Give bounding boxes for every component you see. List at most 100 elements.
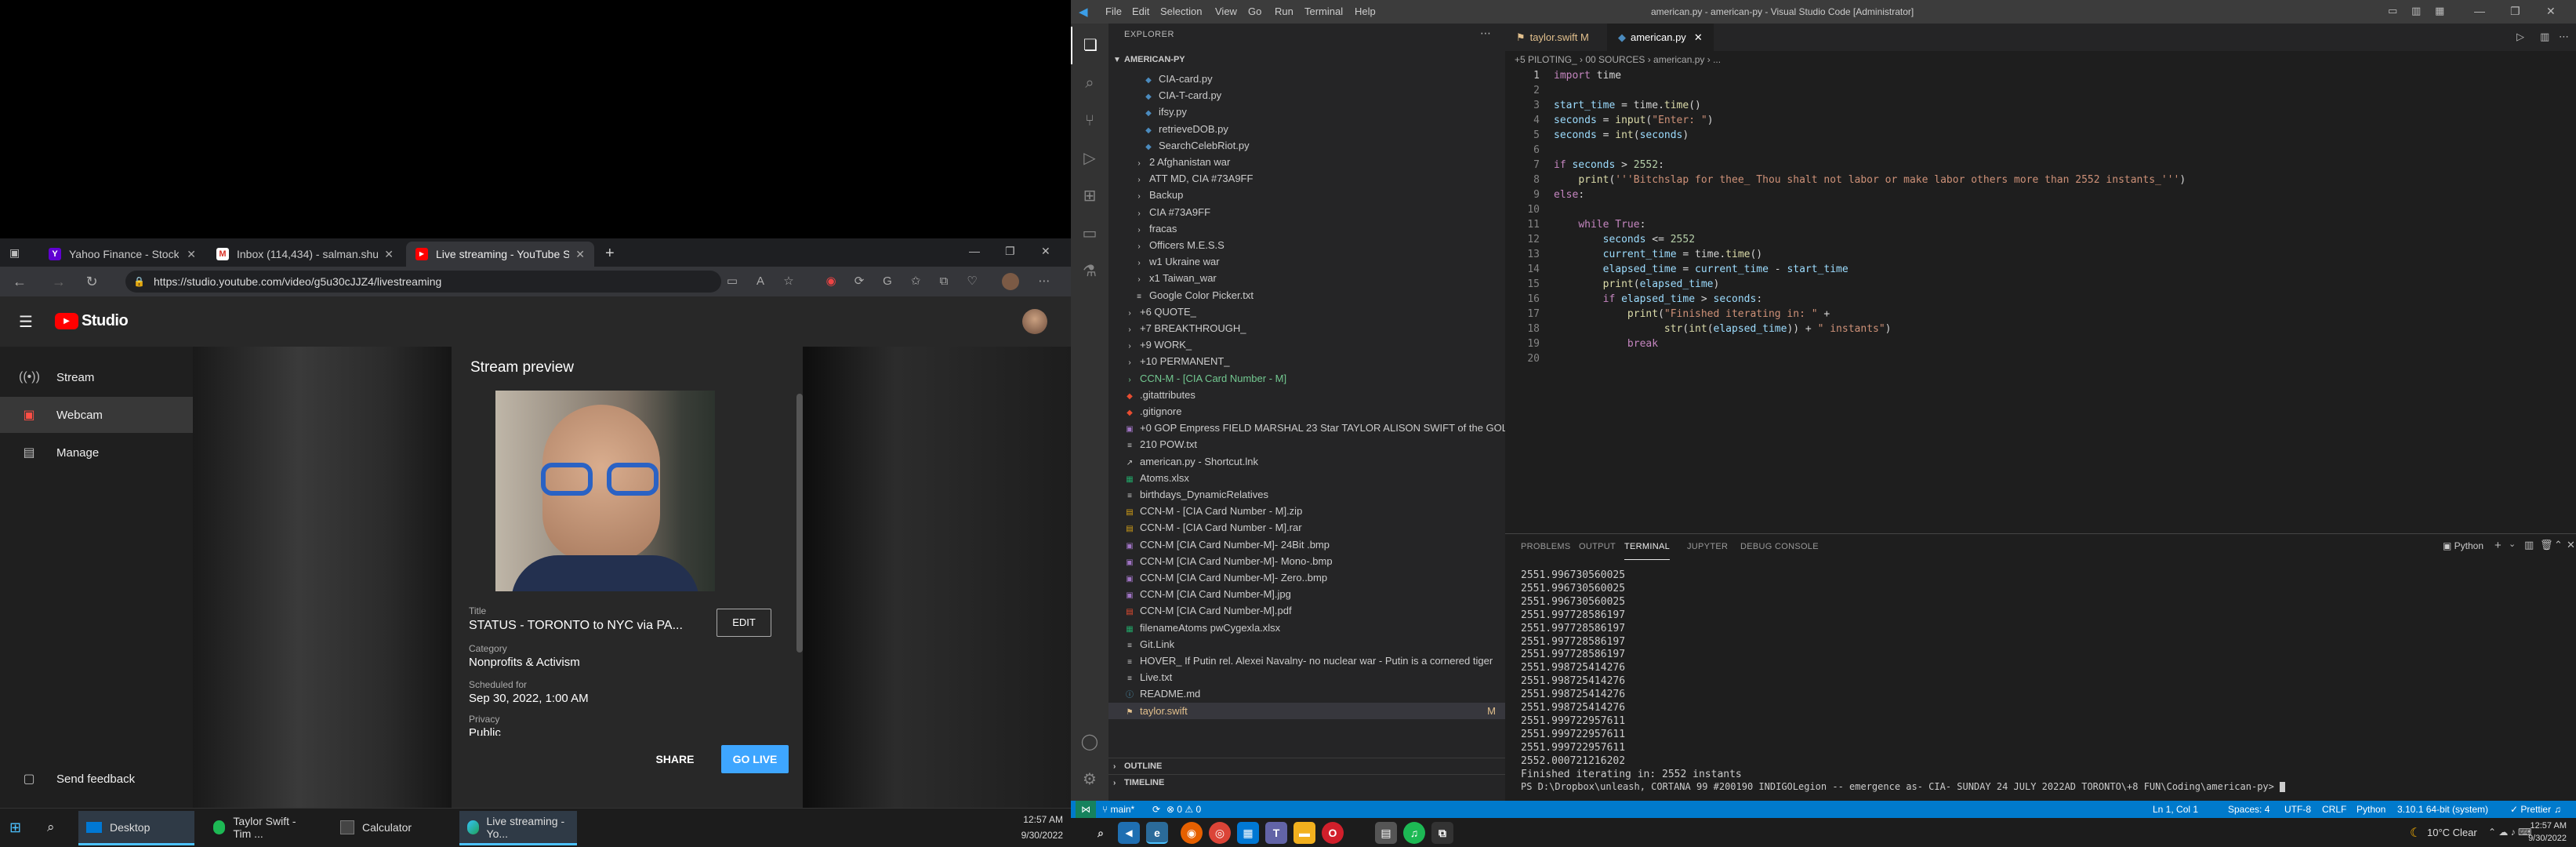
tree-folder[interactable]: › Officers M.E.S.S [1108,237,1505,253]
outline-section[interactable]: › OUTLINE [1108,758,1505,774]
tree-file[interactable]: ⚑ taylor.swift M [1108,702,1505,719]
menu-edit[interactable]: Edit [1132,0,1149,24]
url-bar[interactable]: 🔒 https://studio.youtube.com/video/g5u30… [125,271,721,293]
panel-tab-output[interactable]: OUTPUT [1579,534,1616,560]
tree-file[interactable]: ▣ CCN-M [CIA Card Number-M]- 24Bit .bmp [1108,536,1505,553]
new-terminal-icon[interactable]: + [2494,539,2502,552]
close-window-icon[interactable]: ✕ [2546,5,2556,18]
panel-tab-problems[interactable]: PROBLEMS [1521,534,1571,560]
tree-file[interactable]: ◆ CIA-T-card.py [1108,87,1505,104]
channel-avatar[interactable] [1022,309,1047,334]
notifications-bell-icon[interactable]: ♫ [2554,801,2561,818]
app-icon[interactable]: ▤ [1375,822,1397,844]
tree-file[interactable]: ▣ CCN-M [CIA Card Number-M]- Zero..bmp [1108,569,1505,586]
tree-folder[interactable]: › CCN-M - [CIA Card Number - M] [1108,370,1505,387]
code-line[interactable]: if elapsed_time > seconds: [1554,292,1763,307]
tree-file[interactable]: ▣ CCN-M [CIA Card Number-M].jpg [1108,586,1505,602]
terminal-output[interactable]: 2551.996730560025 2551.996730560025 2551.9… [1505,569,2576,796]
taskbar-desktop[interactable]: Desktop [78,811,194,845]
browser-tab-gmail[interactable]: M Inbox (114,434) - salman.shuaib@... ✕ [207,242,403,267]
send-feedback-link[interactable]: ▢ Send feedback [0,761,193,797]
tree-file[interactable]: ◆ CIA-card.py [1108,71,1505,87]
run-debug-icon[interactable]: ▷ [1071,140,1108,177]
tree-folder[interactable]: › 2 Afghanistan war [1108,154,1505,170]
git-branch[interactable]: ⑂ main* [1102,801,1134,818]
opera-app-icon[interactable]: O [1322,822,1344,844]
menu-terminal[interactable]: Terminal [1304,0,1343,24]
trash-icon[interactable]: 🗑 [2540,539,2553,551]
maximize-panel-icon[interactable]: ⌃ [2554,539,2563,551]
weather-moon-icon[interactable]: ☾ [2410,825,2421,841]
file-explorer-icon[interactable]: ▬ [1293,822,1315,844]
prettier-status[interactable]: ✓ Prettier [2510,801,2551,818]
breadcrumb[interactable]: +5 PILOTING_ › 00 SOURCES › american.py … [1505,51,2576,68]
tree-file[interactable]: ◆ retrieveDOB.py [1108,121,1505,137]
refresh-icon[interactable]: ↻ [82,271,102,292]
teams-app-icon[interactable]: T [1265,822,1287,844]
layout-icon-3[interactable]: ▦ [2435,5,2444,17]
vscode-app-icon[interactable]: ◀ [1118,822,1140,844]
browser-tab-yahoo[interactable]: Y Yahoo Finance - Stock Market Live ✕ [39,242,205,267]
spotify-app-icon[interactable]: ♫ [1403,822,1425,844]
tree-file[interactable]: ◆ ifsy.py [1108,104,1505,120]
go-live-button[interactable]: GO LIVE [721,745,789,773]
code-line[interactable]: seconds <= 2552 [1554,232,1695,247]
dialog-scrollbar[interactable] [796,394,803,653]
collections-icon[interactable]: ⧉ [936,274,952,289]
tab-taylor-swift[interactable]: ⚑ taylor.swift M [1505,24,1600,51]
close-panel-icon[interactable]: ✕ [2567,539,2575,551]
code-line[interactable]: import time [1554,68,1621,83]
firefox-app-icon[interactable]: ◉ [1181,822,1203,844]
tree-file[interactable]: ◆ SearchCelebRiot.py [1108,137,1505,154]
tree-file[interactable]: ▣ +0 GOP Empress FIELD MARSHAL 23 Star TA… [1108,420,1505,436]
chrome-app-icon[interactable]: ◎ [1209,822,1231,844]
minimize-icon[interactable]: — [2474,5,2485,17]
menu-help[interactable]: Help [1355,0,1376,24]
code-line[interactable]: seconds = input("Enter: ") [1554,113,1714,128]
more-actions-icon[interactable]: ⋯ [1480,27,1491,40]
menu-go[interactable]: Go [1248,0,1261,24]
tree-folder[interactable]: › fracas [1108,220,1505,237]
chevron-down-icon[interactable]: ⌄ [2509,539,2516,549]
nav-item-webcam[interactable]: ▣ Webcam [0,397,193,433]
tree-file[interactable]: ≡ Git.Link [1108,636,1505,653]
close-window-icon[interactable]: ✕ [1041,245,1050,258]
tree-file[interactable]: ≡ 210 POW.txt [1108,436,1505,453]
tree-folder[interactable]: › Backup [1108,187,1505,203]
extensions-icon[interactable]: ⊞ [1071,177,1108,215]
search-icon[interactable]: ⌕ [47,820,55,835]
panel-tab-debug-console[interactable]: DEBUG CONSOLE [1740,534,1819,560]
split-editor-icon[interactable]: ▥ [2540,31,2549,43]
tree-folder[interactable]: › CIA #73A9FF [1108,204,1505,220]
code-line[interactable]: print('''Bitchslap for thee_ Thou shalt … [1554,173,2186,187]
tree-folder[interactable]: › +7 BREAKTHROUGH_ [1108,320,1505,336]
favorite-icon[interactable]: ☆ [781,274,796,289]
accounts-icon[interactable]: ◯ [1071,723,1108,761]
tree-file[interactable]: ▦ filenameAtoms pwCygexla.xlsx [1108,620,1505,636]
split-terminal-icon[interactable]: ▥ [2524,539,2534,551]
more-menu-icon[interactable]: ⋯ [1036,274,1052,289]
tree-file[interactable]: ≡ Live.txt [1108,669,1505,685]
code-line[interactable]: print(elapsed_time) [1554,277,1720,292]
sync-icon[interactable]: ⟳ [851,274,867,289]
code-line[interactable]: seconds = int(seconds) [1554,128,1689,143]
layout-icon[interactable]: ▭ [2388,5,2397,17]
run-python-icon[interactable]: ▷ [2516,31,2524,43]
code-line[interactable]: break [1554,336,1658,351]
problems-count[interactable]: ⊗ 0 ⚠ 0 [1166,801,1201,818]
taskbar-calculator[interactable]: Calculator [332,811,450,845]
network-app-icon[interactable]: ⧉ [1431,822,1453,844]
timeline-section[interactable]: › TIMELINE [1108,774,1505,791]
code-line[interactable]: while True: [1554,217,1645,232]
panel-tab-jupyter[interactable]: JUPYTER [1687,534,1728,560]
tree-folder[interactable]: › +6 QUOTE_ [1108,304,1505,320]
tree-file[interactable]: ≡ birthdays_DynamicRelatives [1108,486,1505,503]
tree-file[interactable]: ▤ CCN-M - [CIA Card Number - M].zip [1108,503,1505,519]
browser-tab-youtube-studio[interactable]: ▶ Live streaming - YouTube Studio ✕ [406,242,594,267]
profile-avatar[interactable] [1002,273,1019,290]
code-line[interactable]: str(int(elapsed_time)) + " instants") [1554,322,1892,336]
weather-text[interactable]: 10°C Clear [2427,827,2477,838]
layout-icon-2[interactable]: ▥ [2411,5,2421,17]
tree-folder[interactable]: › w1 Ukraine war [1108,253,1505,270]
right-clock[interactable]: 12:57 AM 9/30/2022 [2510,820,2567,845]
